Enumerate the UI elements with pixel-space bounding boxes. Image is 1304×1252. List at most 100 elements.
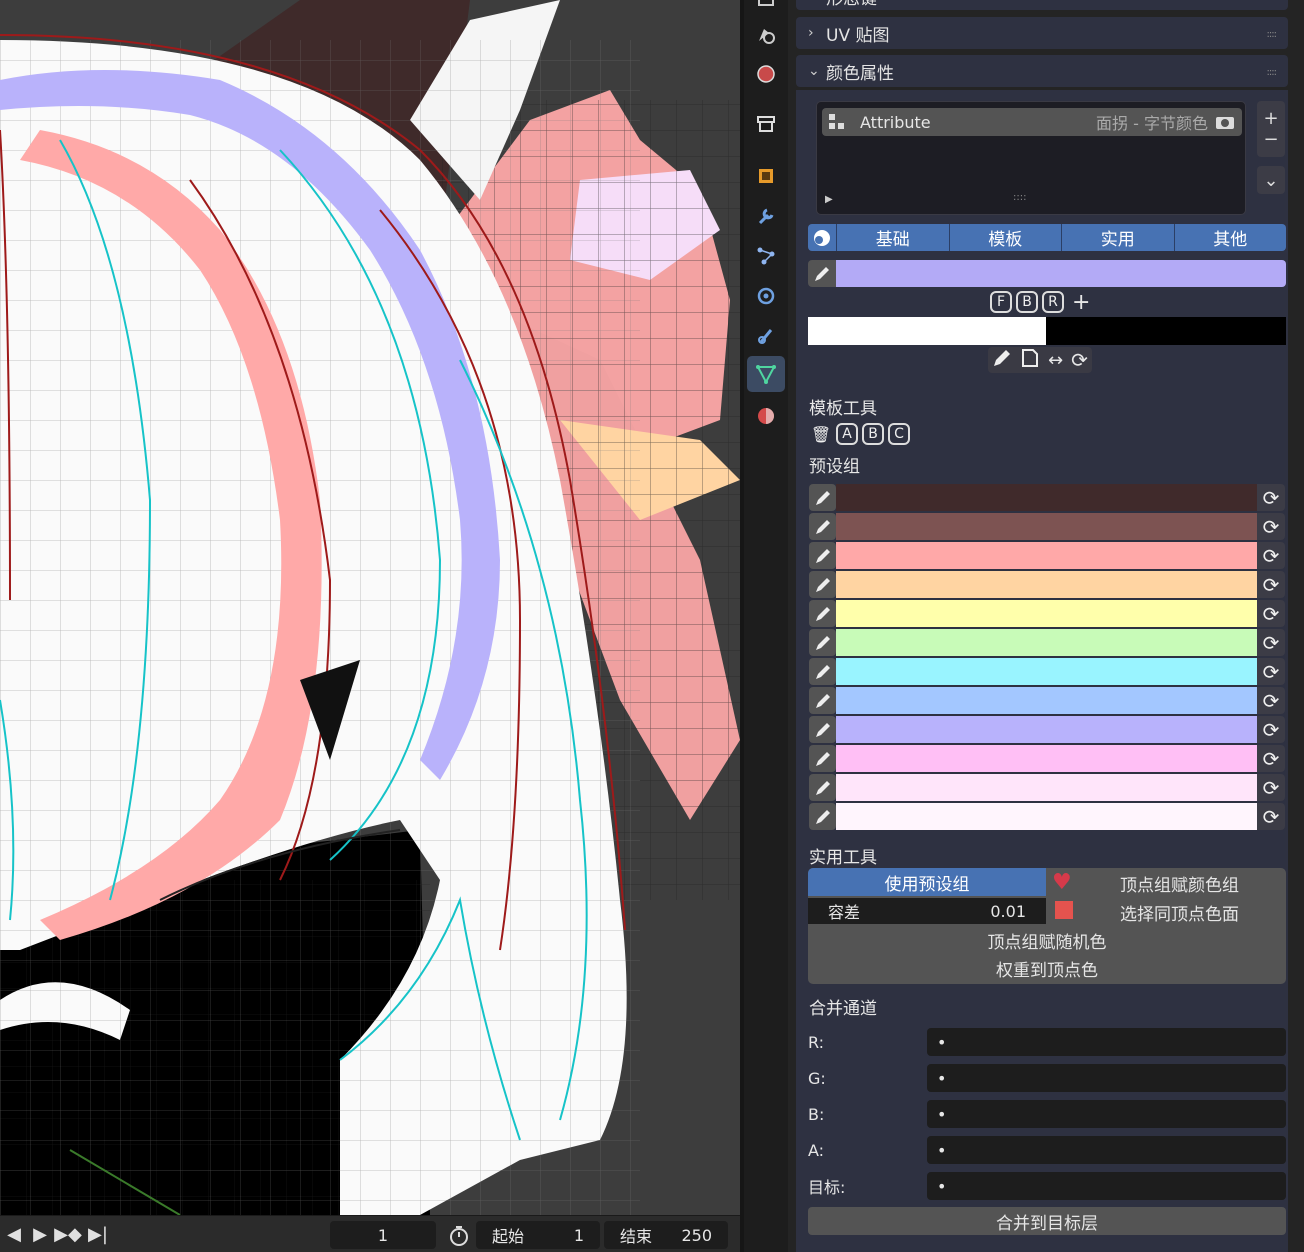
section-uv-maps[interactable]: › UV 贴图 ::::	[796, 17, 1288, 49]
refresh-icon[interactable]: ⟳	[1257, 484, 1285, 511]
color-picker-icon[interactable]	[808, 224, 836, 251]
channel-key-r[interactable]: R	[1042, 291, 1064, 313]
refresh-icon[interactable]: ⟳	[1257, 716, 1285, 743]
channel-field[interactable]: •	[927, 1136, 1286, 1164]
preset-color-swatch[interactable]	[836, 687, 1257, 714]
pencil-icon[interactable]	[809, 484, 836, 511]
resize-grip-icon[interactable]: ::::	[1013, 192, 1026, 203]
pencil-icon[interactable]	[992, 348, 1012, 372]
channel-key-b[interactable]: B	[1016, 291, 1038, 313]
pencil-icon[interactable]	[809, 774, 836, 801]
preset-color-swatch[interactable]	[836, 600, 1257, 627]
end-frame-field[interactable]: 结束 250	[604, 1221, 728, 1249]
plus-icon[interactable]: +	[1072, 290, 1090, 315]
attribute-list[interactable]: Attribute 面拐 - 字节颜色 ▶ ::::	[816, 101, 1246, 215]
preset-color-swatch[interactable]	[836, 629, 1257, 656]
template-key-c[interactable]: C	[888, 423, 910, 445]
tab-world[interactable]	[747, 56, 785, 92]
tab-modifiers[interactable]	[747, 198, 785, 234]
pencil-icon[interactable]	[809, 542, 836, 569]
preset-color-swatch[interactable]	[836, 571, 1257, 598]
channel-field[interactable]: •	[927, 1028, 1286, 1056]
preset-color-swatch[interactable]	[836, 716, 1257, 743]
tolerance-field[interactable]: 容差 0.01	[808, 898, 1046, 924]
pencil-icon[interactable]	[808, 260, 836, 287]
pencil-icon[interactable]	[809, 803, 836, 830]
refresh-icon[interactable]: ⟳	[1257, 687, 1285, 714]
refresh-icon[interactable]: ⟳	[1257, 803, 1285, 830]
tab-utility[interactable]: 实用	[1061, 224, 1174, 251]
refresh-icon[interactable]: ⟳	[1257, 658, 1285, 685]
attribute-item[interactable]: Attribute 面拐 - 字节颜色	[822, 108, 1242, 136]
preset-color-swatch[interactable]	[836, 658, 1257, 685]
tab-constraints[interactable]	[747, 318, 785, 354]
swap-icon[interactable]: ↔	[1048, 350, 1063, 371]
pencil-icon[interactable]	[809, 629, 836, 656]
refresh-icon[interactable]: ⟳	[1257, 571, 1285, 598]
current-frame-field[interactable]: 1	[330, 1221, 436, 1249]
refresh-icon[interactable]: ⟳	[1257, 542, 1285, 569]
trash-icon[interactable]: 🗑	[810, 423, 832, 445]
section-color-attributes[interactable]: ⌄ 颜色属性 ::::	[796, 55, 1288, 87]
tab-scene[interactable]	[747, 16, 785, 52]
refresh-icon[interactable]: ⟳	[1257, 513, 1285, 540]
tab-material[interactable]	[747, 398, 785, 434]
black-swatch[interactable]	[1046, 317, 1286, 345]
document-icon[interactable]	[1020, 348, 1040, 372]
preset-color-swatch[interactable]	[836, 542, 1257, 569]
tab-data[interactable]	[747, 356, 785, 392]
preset-color-swatch[interactable]	[836, 803, 1257, 830]
template-key-a[interactable]: A	[836, 423, 858, 445]
pencil-icon[interactable]	[809, 600, 836, 627]
tab-object[interactable]	[747, 158, 785, 194]
channel-field[interactable]: •	[927, 1172, 1286, 1200]
refresh-icon[interactable]: ⟳	[1257, 745, 1285, 772]
refresh-icon[interactable]: ⟳	[1257, 600, 1285, 627]
preset-color-swatch[interactable]	[836, 513, 1257, 540]
weight-to-color-button[interactable]: 权重到顶点色	[808, 954, 1286, 982]
drag-grip-icon[interactable]: ::::	[1267, 29, 1278, 40]
refresh-icon[interactable]: ⟳	[1257, 629, 1285, 656]
channel-field[interactable]: •	[927, 1100, 1286, 1128]
preset-color-swatch[interactable]	[836, 774, 1257, 801]
jump-end-icon[interactable]: ▶|	[84, 1224, 112, 1245]
white-swatch[interactable]	[808, 317, 1046, 345]
tab-template[interactable]: 模板	[948, 224, 1061, 251]
pencil-icon[interactable]	[809, 745, 836, 772]
list-menu-button[interactable]: ⌄	[1257, 166, 1285, 194]
drag-grip-icon[interactable]: ::::	[1267, 67, 1278, 78]
3d-viewport[interactable]	[0, 0, 740, 1215]
channel-key-f[interactable]: F	[990, 291, 1012, 313]
refresh-icon[interactable]: ⟳	[1071, 348, 1088, 372]
tab-basic[interactable]: 基础	[836, 224, 949, 251]
random-color-button[interactable]: 顶点组赋随机色	[808, 926, 1286, 954]
plus-icon[interactable]: +	[1263, 108, 1278, 129]
pencil-icon[interactable]	[809, 571, 836, 598]
vgroup-color-button[interactable]: 顶点组赋颜色组	[1120, 871, 1239, 896]
select-same-button[interactable]: 选择同顶点色面	[1120, 900, 1239, 925]
tab-physics[interactable]	[747, 278, 785, 314]
minus-icon[interactable]: −	[1263, 129, 1278, 150]
start-frame-field[interactable]: 起始 1	[476, 1221, 600, 1249]
next-keyframe-icon[interactable]: ▶◆	[54, 1224, 82, 1245]
stopwatch-icon[interactable]	[446, 1223, 472, 1249]
preset-color-swatch[interactable]	[836, 745, 1257, 772]
active-color-swatch[interactable]	[836, 260, 1286, 287]
play-icon[interactable]: ▶	[26, 1224, 54, 1245]
pencil-icon[interactable]	[809, 658, 836, 685]
preset-color-swatch[interactable]	[836, 484, 1257, 511]
tab-other[interactable]: 其他	[1173, 224, 1286, 251]
tab-collection[interactable]	[747, 106, 785, 142]
merge-to-target-button[interactable]: 合并到目标层	[808, 1207, 1286, 1235]
pencil-icon[interactable]	[809, 513, 836, 540]
use-preset-toggle[interactable]: 使用预设组	[808, 868, 1046, 896]
tab-particles[interactable]	[747, 238, 785, 274]
refresh-icon[interactable]: ⟳	[1257, 774, 1285, 801]
expand-triangle-icon[interactable]: ▶	[825, 194, 833, 205]
pencil-icon[interactable]	[809, 687, 836, 714]
channel-field[interactable]: •	[927, 1064, 1286, 1092]
section-shape-keys[interactable]: › 形态键	[796, 0, 1288, 10]
camera-icon[interactable]	[1208, 114, 1242, 130]
template-key-b[interactable]: B	[862, 423, 884, 445]
pencil-icon[interactable]	[809, 716, 836, 743]
